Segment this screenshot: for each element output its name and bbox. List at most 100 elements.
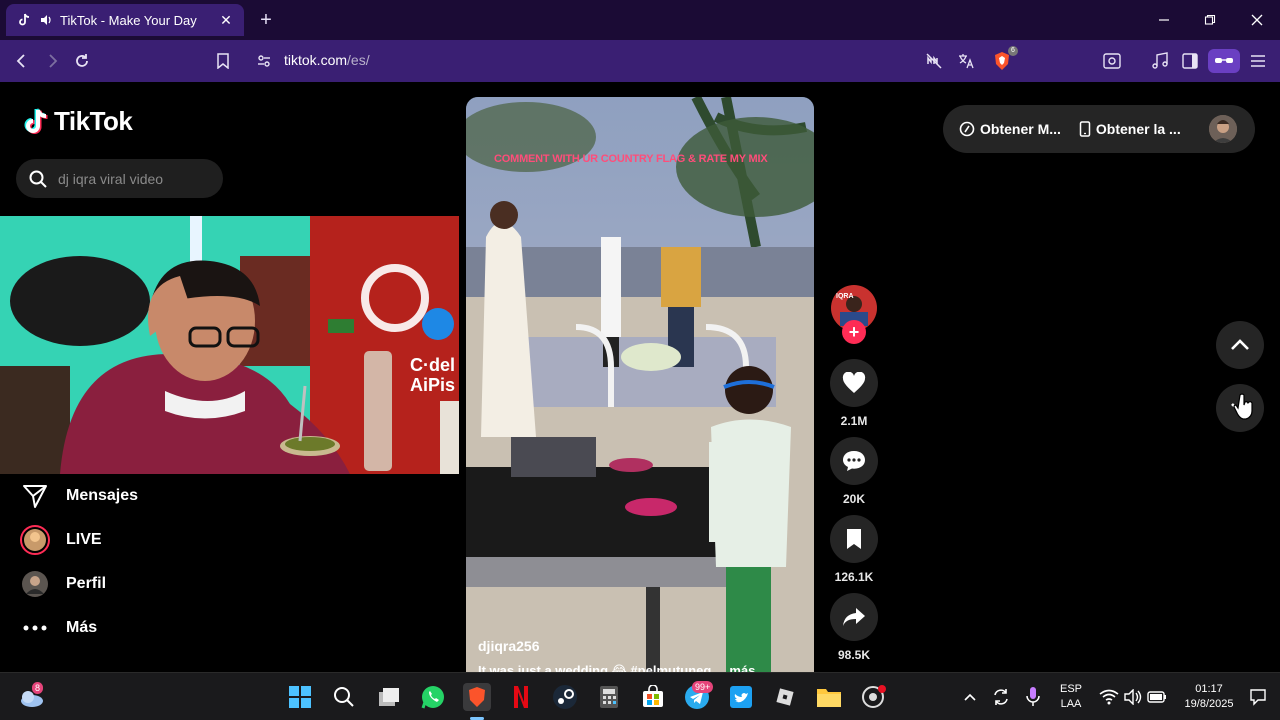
no-media-icon[interactable] (922, 49, 946, 73)
bookmark-icon[interactable] (211, 49, 235, 73)
save-action[interactable]: 126.1K (830, 515, 878, 584)
coin-icon (959, 121, 975, 137)
get-app-label: Obtener la ... (1095, 121, 1181, 137)
shields-count-badge: 6 (1008, 46, 1018, 56)
profile-avatar (20, 569, 50, 599)
sync-icon[interactable] (987, 683, 1015, 711)
start-button[interactable] (286, 683, 314, 711)
share-icon (843, 608, 865, 626)
previous-video-button[interactable] (1216, 321, 1264, 369)
video-author[interactable]: djiqra256 (478, 638, 539, 654)
browser-tab-tiktok[interactable]: TikTok - Make Your Day ✕ (6, 4, 244, 36)
clock[interactable]: 01:17 19/8/2025 (1176, 682, 1242, 712)
new-tab-button[interactable]: + (256, 8, 276, 32)
task-view-icon[interactable] (375, 683, 403, 711)
like-action[interactable]: 2.1M (830, 359, 878, 428)
roblox-icon[interactable] (771, 683, 799, 711)
telegram-badge: 99+ (692, 681, 714, 693)
comment-button[interactable] (830, 437, 878, 485)
windows-taskbar: 8 99+ ESP LAA 01:17 19/8/2025 (0, 672, 1280, 720)
site-settings-icon[interactable] (252, 49, 276, 73)
brave-browser-icon[interactable] (463, 683, 491, 711)
steam-icon[interactable] (551, 683, 579, 711)
tab-close-icon[interactable]: ✕ (218, 12, 234, 29)
video-overlay-text: COMMENT WITH UR COUNTRY FLAG & RATE MY M… (494, 153, 768, 165)
comment-icon (843, 451, 865, 471)
media-playlist-icon[interactable] (1148, 49, 1172, 73)
recording-app-icon[interactable] (859, 683, 887, 711)
notification-center-icon[interactable] (1244, 683, 1272, 711)
comment-count: 20K (842, 492, 865, 506)
bookmark-icon (847, 529, 861, 549)
video-player[interactable]: COMMENT WITH UR COUNTRY FLAG & RATE MY M… (466, 97, 814, 672)
vpn-glasses-icon[interactable] (1208, 49, 1240, 73)
url-path: /es/ (347, 52, 370, 68)
twitter-icon[interactable] (727, 683, 755, 711)
microphone-icon[interactable] (1019, 683, 1047, 711)
translate-icon[interactable] (954, 49, 978, 73)
sidebar-item-label: Perfil (66, 575, 107, 592)
back-button[interactable] (10, 49, 34, 73)
speaker-icon[interactable] (38, 12, 54, 28)
svg-text:C·del: C·del (410, 355, 455, 375)
minimize-button[interactable] (1141, 0, 1187, 40)
video-caption[interactable]: It was just a wedding 😂 #pelmutuneg ... … (478, 663, 755, 672)
close-window-button[interactable] (1234, 0, 1280, 40)
menu-hamburger-icon[interactable] (1246, 49, 1270, 73)
search-icon[interactable] (330, 683, 358, 711)
weather-badge: 8 (32, 682, 44, 694)
search-box[interactable] (16, 159, 223, 198)
netflix-icon[interactable] (507, 683, 535, 711)
tab-title: TikTok - Make Your Day (60, 12, 197, 28)
search-icon[interactable] (28, 169, 48, 189)
battery-icon[interactable] (1143, 683, 1171, 711)
send-icon (20, 481, 50, 511)
sidebar-toggle-icon[interactable] (1178, 49, 1202, 73)
like-button[interactable] (830, 359, 878, 407)
tiktok-favicon (16, 12, 32, 28)
url-host: tiktok.com (284, 52, 348, 68)
sidebar-item-label: LIVE (66, 531, 102, 548)
phone-icon (1079, 121, 1091, 137)
sidebar-item-perfil[interactable]: Perfil (20, 569, 106, 599)
reload-button[interactable] (70, 49, 94, 73)
reader-mode-icon[interactable] (1100, 49, 1124, 73)
comment-action[interactable]: 20K (830, 437, 878, 506)
input-language[interactable]: ESP LAA (1053, 682, 1089, 712)
address-bar[interactable]: tiktok.com/es/ (246, 45, 1022, 77)
browser-tab-strip: TikTok - Make Your Day ✕ + (0, 0, 1280, 40)
get-app-button[interactable]: Obtener la ... (1079, 121, 1181, 137)
get-coins-button[interactable]: Obtener M... (959, 121, 1061, 137)
tray-overflow-chevron-icon[interactable] (956, 683, 984, 711)
user-avatar[interactable] (1209, 115, 1237, 143)
sidebar-item-label: Más (66, 619, 98, 636)
share-button[interactable] (830, 593, 878, 641)
sidebar-item-label: Mensajes (66, 487, 139, 504)
url-text: tiktok.com/es/ (284, 52, 370, 68)
share-action[interactable]: 98.5K (830, 593, 878, 662)
heart-icon (842, 372, 866, 393)
sidebar-item-mas[interactable]: Más (20, 613, 97, 643)
search-input[interactable] (58, 170, 208, 187)
clock-time: 01:17 (1195, 683, 1223, 695)
webcam-feed-image: C·del AiPis (0, 216, 459, 474)
sidebar-item-mensajes[interactable]: Mensajes (20, 481, 138, 511)
chevron-up-icon (1231, 339, 1249, 350)
tiktok-logo[interactable]: TikTok (22, 106, 133, 137)
save-button[interactable] (830, 515, 878, 563)
video-frame-image (466, 97, 814, 672)
follow-plus-button[interactable]: + (842, 320, 866, 344)
keyboard-layout: LAA (1060, 698, 1082, 710)
language-code: ESP (1059, 683, 1082, 695)
restore-button[interactable] (1187, 0, 1233, 40)
svg-text:AiPis: AiPis (410, 375, 455, 395)
share-count: 98.5K (837, 648, 871, 662)
browser-toolbar: tiktok.com/es/ 6 (0, 40, 1280, 82)
sidebar-item-live[interactable]: LIVE (20, 525, 102, 555)
microsoft-store-icon[interactable] (639, 683, 667, 711)
calculator-icon[interactable] (595, 683, 623, 711)
file-explorer-icon[interactable] (815, 683, 843, 711)
whatsapp-icon[interactable] (419, 683, 447, 711)
forward-button[interactable] (40, 49, 64, 73)
svg-text:IQRA: IQRA (836, 293, 854, 300)
